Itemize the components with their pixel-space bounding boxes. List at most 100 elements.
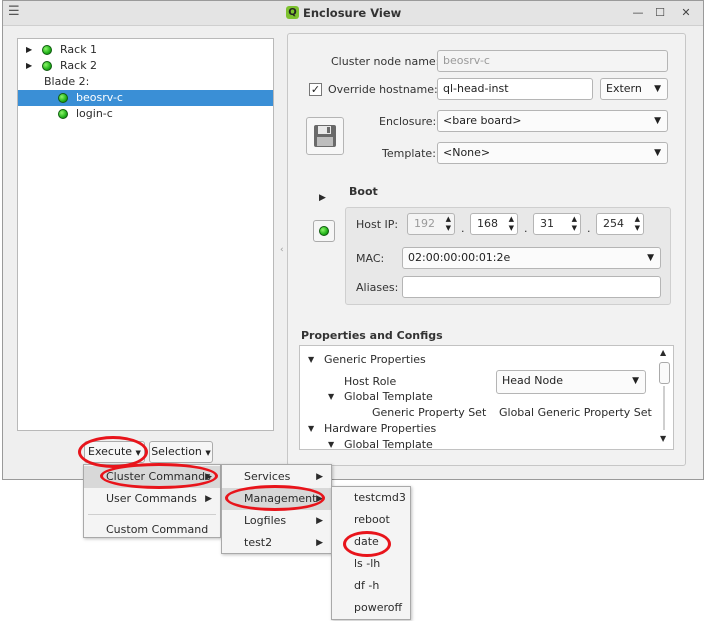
execute-label: Execute bbox=[88, 445, 133, 458]
property-label: Generic Properties bbox=[324, 353, 426, 366]
management-submenu: testcmd3 reboot date ls -lh df -h poweroff bbox=[331, 486, 411, 620]
override-hostname-input[interactable]: ql-head-inst bbox=[437, 78, 593, 100]
floppy-disk-icon bbox=[314, 125, 336, 147]
property-value: Global Generic Property Set bbox=[499, 406, 652, 419]
title-bar: ☰ Q Enclosure View — ☐ ✕ bbox=[3, 1, 703, 26]
menu-item[interactable]: Cluster Commands ▶ bbox=[84, 466, 220, 488]
aliases-input[interactable] bbox=[402, 276, 661, 298]
chevron-down-icon: ▼ bbox=[654, 84, 661, 94]
spinner-arrows-icon[interactable]: ▲ ▼ bbox=[509, 215, 514, 233]
template-label: Template: bbox=[382, 147, 436, 160]
scrollbar-track[interactable] bbox=[663, 386, 665, 430]
ip-octet-4-value: 254 bbox=[603, 217, 624, 230]
splitter-handle-icon[interactable]: ‹ bbox=[280, 245, 284, 255]
minimize-icon[interactable]: — bbox=[631, 6, 645, 20]
properties-tree[interactable]: ▼ Generic Properties Host Role Head Node ▼ ▼ G… bbox=[299, 345, 674, 453]
menu-item[interactable]: test2 ▶ bbox=[222, 532, 331, 554]
selection-label: Selection bbox=[151, 445, 202, 458]
tree-item[interactable]: Blade 2: bbox=[18, 74, 273, 90]
scroll-down-icon[interactable]: ▼ bbox=[660, 434, 666, 443]
aliases-label: Aliases: bbox=[356, 281, 399, 294]
property-label: Global Template bbox=[344, 390, 433, 403]
menu-item[interactable]: reboot bbox=[332, 509, 410, 531]
menu-item[interactable]: ls -lh bbox=[332, 553, 410, 575]
menu-item[interactable]: Custom Command bbox=[84, 519, 220, 541]
scrollbar-thumb[interactable] bbox=[659, 362, 670, 384]
tree-item-label: login-c bbox=[76, 107, 113, 120]
close-icon[interactable]: ✕ bbox=[679, 6, 693, 20]
spinner-arrows-icon: ▲ ▼ bbox=[445, 215, 451, 232]
host-ip-label: Host IP: bbox=[356, 218, 399, 231]
ip-octet-4[interactable]: 254 ▲ ▼ bbox=[596, 213, 644, 235]
ip-octet-2[interactable]: 168 ▲ ▼ bbox=[470, 213, 518, 235]
collapse-arrow-icon[interactable]: ▼ bbox=[328, 389, 334, 405]
menu-item-label: test2 bbox=[244, 536, 273, 549]
scroll-up-icon[interactable]: ▲ bbox=[660, 348, 666, 357]
expand-arrow-icon[interactable]: ▶ bbox=[26, 58, 32, 74]
menu-item[interactable]: Logfiles ▶ bbox=[222, 510, 331, 532]
ip-octet-3[interactable]: 31 ▲ ▼ bbox=[533, 213, 581, 235]
property-row[interactable]: ▼ Global Template bbox=[300, 437, 655, 453]
menu-item[interactable]: User Commands ▶ bbox=[84, 488, 220, 510]
cluster-node-name-label: Cluster node name: bbox=[331, 55, 440, 68]
save-button[interactable] bbox=[306, 117, 344, 155]
menu-item-label: Services bbox=[244, 470, 291, 483]
menu-item-label: ls -lh bbox=[354, 557, 381, 570]
mac-select[interactable]: 02:00:00:00:01:2e ▼ bbox=[402, 247, 661, 269]
selection-button[interactable]: Selection ▼ bbox=[149, 441, 213, 463]
chevron-down-icon: ▼ bbox=[205, 449, 211, 457]
menu-item-label: Management bbox=[244, 492, 317, 505]
override-hostname-checkbox[interactable]: ✓ bbox=[309, 83, 322, 96]
window-menu-icon[interactable]: ☰ bbox=[8, 4, 20, 19]
collapse-arrow-icon[interactable]: ▼ bbox=[308, 421, 314, 437]
boot-status-button[interactable] bbox=[313, 220, 335, 242]
hostname-mode-select[interactable]: Extern ▼ bbox=[600, 78, 668, 100]
spinner-arrows-icon[interactable]: ▲ ▼ bbox=[635, 215, 640, 233]
enclosure-select[interactable]: <bare board> ▼ bbox=[437, 110, 668, 132]
menu-item-label: reboot bbox=[354, 513, 390, 526]
menu-item[interactable]: Management ▶ bbox=[222, 488, 331, 510]
tree-item[interactable]: ▶ Rack 2 bbox=[18, 58, 273, 74]
chevron-down-icon: ▼ bbox=[135, 449, 141, 457]
expand-arrow-icon[interactable]: ▶ bbox=[26, 42, 32, 58]
ip-octet-1-value: 192 bbox=[414, 217, 435, 230]
execute-button[interactable]: Execute ▼ bbox=[84, 441, 145, 463]
menu-item[interactable]: testcmd3 bbox=[332, 487, 410, 509]
tree-item[interactable]: ▶ Rack 1 bbox=[18, 42, 273, 58]
boot-expand-icon[interactable]: ▶ bbox=[319, 193, 326, 203]
template-select[interactable]: <None> ▼ bbox=[437, 142, 668, 164]
property-label: Hardware Properties bbox=[324, 422, 437, 435]
properties-scrollbar[interactable]: ▲ ▼ bbox=[658, 348, 672, 448]
property-row[interactable]: Generic Property Set Global Generic Prope… bbox=[300, 405, 655, 421]
chevron-down-icon: ▼ bbox=[654, 116, 661, 126]
tree-item[interactable]: login-c bbox=[18, 106, 273, 122]
mac-label: MAC: bbox=[356, 252, 385, 265]
chevron-down-icon: ▼ bbox=[654, 148, 661, 158]
collapse-arrow-icon[interactable]: ▼ bbox=[308, 352, 314, 368]
spinner-arrows-icon[interactable]: ▲ ▼ bbox=[572, 215, 577, 233]
collapse-arrow-icon[interactable]: ▼ bbox=[328, 437, 334, 453]
maximize-icon[interactable]: ☐ bbox=[653, 6, 667, 20]
chevron-down-icon: ▼ bbox=[647, 253, 654, 263]
ip-octet-3-value: 31 bbox=[540, 217, 554, 230]
property-label: Generic Property Set bbox=[372, 406, 487, 419]
menu-item[interactable]: Services ▶ bbox=[222, 466, 331, 488]
property-row[interactable]: ▼ Hardware Properties bbox=[300, 421, 655, 437]
ip-octet-2-value: 168 bbox=[477, 217, 498, 230]
menu-item-label: User Commands bbox=[106, 492, 197, 505]
node-tree[interactable]: ▶ Rack 1 ▶ Rack 2 Blade 2: beosrv-c login-c bbox=[17, 38, 274, 431]
status-green-icon bbox=[58, 93, 68, 103]
menu-item[interactable]: date bbox=[332, 531, 410, 553]
menu-item[interactable]: df -h bbox=[332, 575, 410, 597]
menu-item[interactable]: poweroff bbox=[332, 597, 410, 619]
status-green-icon bbox=[319, 226, 329, 236]
property-row[interactable]: Host Role Head Node ▼ bbox=[300, 370, 655, 394]
chevron-right-icon: ▶ bbox=[316, 472, 323, 482]
tree-item-label: Rack 1 bbox=[60, 43, 98, 56]
chevron-right-icon: ▶ bbox=[205, 472, 212, 482]
property-row[interactable]: ▼ Generic Properties bbox=[300, 352, 655, 368]
property-row[interactable]: ▼ Global Template bbox=[300, 389, 655, 405]
tree-item-label: beosrv-c bbox=[76, 91, 123, 104]
tree-item[interactable]: beosrv-c bbox=[18, 90, 273, 106]
cluster-commands-submenu: Services ▶ Management ▶ Logfiles ▶ test2 ▶ bbox=[221, 464, 332, 554]
